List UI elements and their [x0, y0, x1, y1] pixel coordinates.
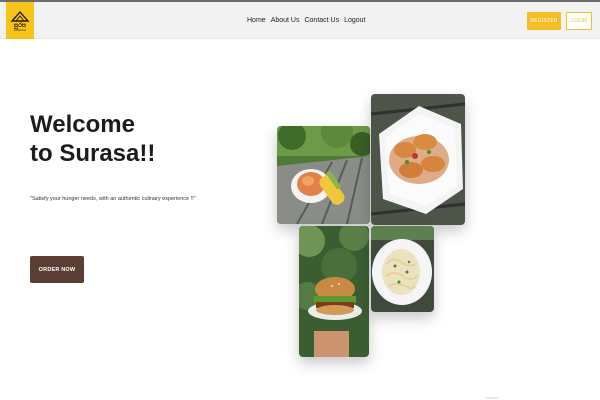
login-button[interactable]: LOGIN — [566, 12, 592, 30]
hero-title-line-2: to Surasa!! — [30, 140, 156, 167]
nav-link-logout[interactable]: Logout — [344, 16, 365, 25]
main-nav: Home About Us Contact Us Logout — [247, 16, 366, 25]
site-header: සුරස SURASA Home About Us Contact Us Log… — [0, 2, 600, 39]
food-photo-patties-plate — [371, 94, 465, 225]
hero-title: Welcome to Surasa!! — [30, 110, 210, 168]
site-logo[interactable]: සුරස SURASA — [6, 2, 34, 39]
nav-link-about-us[interactable]: About Us — [271, 16, 300, 25]
food-photo-corn-plate — [277, 126, 370, 224]
hero-tagline: "Satisfy your hunger needs, with an auth… — [30, 196, 196, 202]
hero-title-line-1: Welcome — [30, 111, 135, 138]
nav-link-contact-us[interactable]: Contact Us — [304, 16, 339, 25]
logo-hut-icon — [10, 10, 30, 22]
nav-link-home[interactable]: Home — [247, 16, 266, 25]
logo-sub-text: SURASA — [13, 27, 27, 32]
page-scroll-indicator — [486, 397, 498, 399]
food-photo-pasta-plate — [371, 226, 434, 312]
order-now-button[interactable]: ORDER NOW — [30, 256, 84, 283]
food-photo-burger — [299, 226, 369, 357]
register-button[interactable]: REGISTER — [527, 12, 561, 30]
